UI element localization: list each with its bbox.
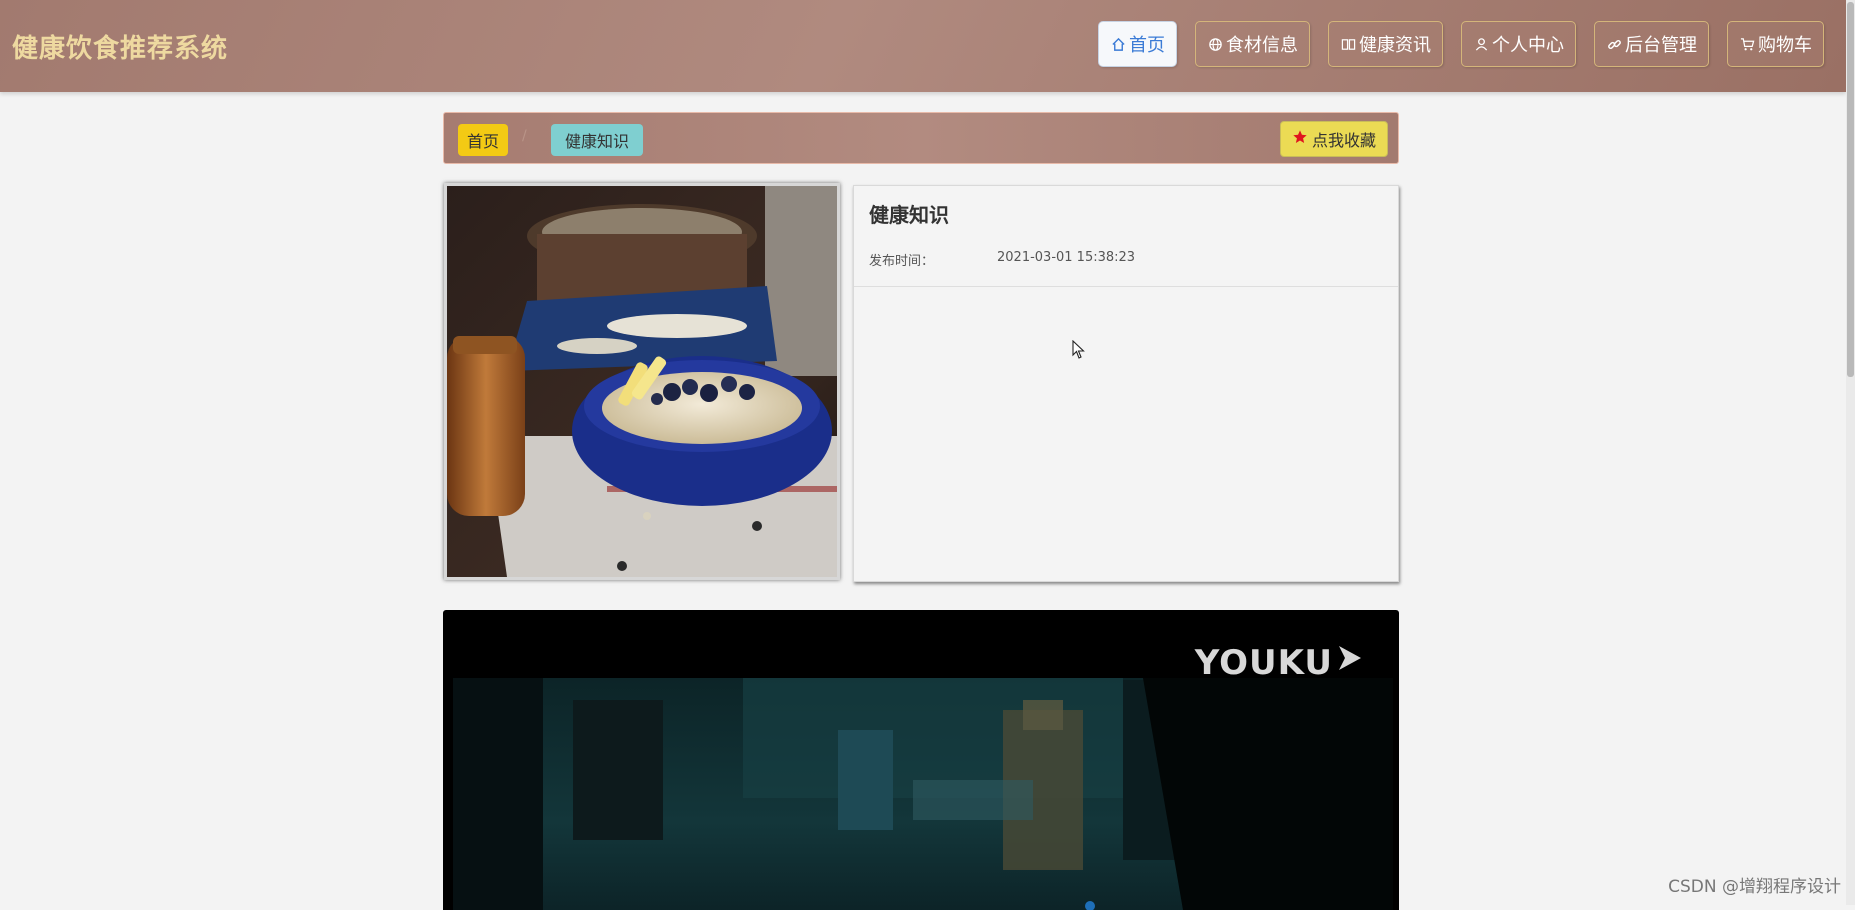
article-title: 健康知识 xyxy=(869,199,949,228)
link-icon xyxy=(1606,36,1622,52)
nav-profile-label: 个人中心 xyxy=(1492,31,1564,57)
video-player[interactable]: YOUKU xyxy=(443,610,1399,910)
nav-ingredients-label: 食材信息 xyxy=(1226,31,1298,57)
nav-admin[interactable]: 后台管理 xyxy=(1594,21,1709,67)
article-image xyxy=(444,183,840,580)
nav-home-label: 首页 xyxy=(1129,31,1165,57)
nav-cart-label: 购物车 xyxy=(1758,31,1812,57)
home-icon xyxy=(1110,36,1126,52)
publish-time-label: 发布时间： xyxy=(869,250,934,269)
nav-profile[interactable]: 个人中心 xyxy=(1461,21,1576,67)
user-icon xyxy=(1473,36,1489,52)
globe-icon xyxy=(1207,36,1223,52)
nav-home[interactable]: 首页 xyxy=(1098,21,1177,67)
breadcrumb-separator: / xyxy=(522,128,527,144)
cart-icon xyxy=(1739,36,1755,52)
breadcrumb-current[interactable]: 健康知识 xyxy=(551,124,643,156)
youku-logo: YOUKU xyxy=(1195,642,1365,683)
nav-cart[interactable]: 购物车 xyxy=(1727,21,1824,67)
top-header: 健康饮食推荐系统 首页 食材信息 健康资讯 个人中心 xyxy=(0,0,1846,92)
favorite-label: 点我收藏 xyxy=(1312,127,1376,151)
watermark: CSDN @增翔程序设计 xyxy=(1668,872,1841,897)
youku-logo-text: YOUKU xyxy=(1195,643,1333,683)
publish-time-value: 2021-03-01 15:38:23 xyxy=(997,250,1135,265)
favorite-button[interactable]: 点我收藏 xyxy=(1280,121,1388,157)
article-info-card: 健康知识 发布时间： 2021-03-01 15:38:23 xyxy=(853,185,1399,582)
nav-health-news[interactable]: 健康资讯 xyxy=(1328,21,1443,67)
star-icon xyxy=(1292,129,1308,149)
page-scrollbar[interactable] xyxy=(1846,0,1855,905)
nav-ingredients[interactable]: 食材信息 xyxy=(1195,21,1310,67)
site-title: 健康饮食推荐系统 xyxy=(12,28,228,65)
divider xyxy=(854,286,1398,287)
play-arrow-icon xyxy=(1335,642,1365,683)
nav-health-news-label: 健康资讯 xyxy=(1359,31,1431,57)
nav-admin-label: 后台管理 xyxy=(1625,31,1697,57)
main-nav: 首页 食材信息 健康资讯 个人中心 后台管理 xyxy=(1098,21,1824,67)
book-icon xyxy=(1340,36,1356,52)
breadcrumb: 首页 / 健康知识 点我收藏 xyxy=(443,112,1399,164)
mouse-cursor-icon xyxy=(1072,340,1086,364)
scrollbar-thumb[interactable] xyxy=(1847,2,1854,377)
breadcrumb-home-link[interactable]: 首页 xyxy=(458,124,508,156)
